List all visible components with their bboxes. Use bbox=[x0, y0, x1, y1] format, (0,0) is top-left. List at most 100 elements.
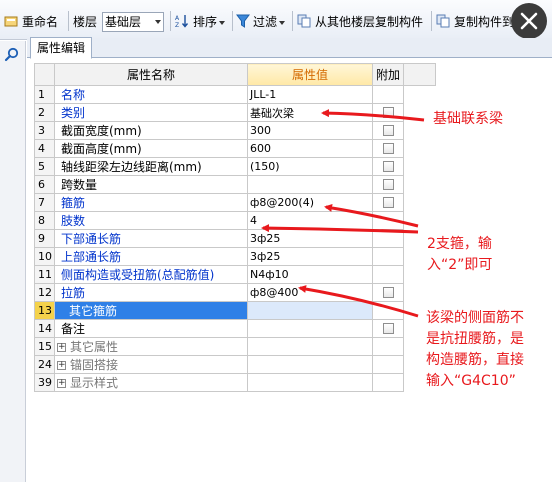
property-value[interactable]: 基础次梁 bbox=[247, 103, 373, 122]
row-number[interactable]: 8 bbox=[34, 211, 55, 230]
row-number[interactable]: 15 bbox=[34, 337, 55, 356]
row-number[interactable]: 9 bbox=[34, 229, 55, 248]
extra-checkbox[interactable] bbox=[382, 287, 394, 298]
extra-checkbox[interactable] bbox=[382, 197, 394, 208]
table-row[interactable]: 11 侧面构造或受扭筋(总配筋值) N4ф10 bbox=[34, 265, 436, 284]
property-value[interactable] bbox=[247, 337, 373, 356]
expand-icon[interactable]: + bbox=[57, 361, 66, 370]
row-number[interactable]: 24 bbox=[34, 355, 55, 374]
property-value[interactable]: 3ф25 bbox=[247, 229, 373, 248]
filter-button-label: 过滤 bbox=[253, 15, 278, 29]
property-name[interactable]: 其它箍筋 bbox=[54, 301, 248, 320]
extra-checkbox[interactable] bbox=[382, 179, 394, 190]
table-row[interactable]: 39 + 显示样式 bbox=[34, 373, 436, 392]
property-value[interactable]: N4ф10 bbox=[247, 265, 373, 284]
filler-cell bbox=[403, 139, 436, 158]
property-value[interactable] bbox=[247, 373, 373, 392]
filler-cell bbox=[403, 283, 436, 302]
filter-button[interactable]: 过滤 bbox=[253, 13, 286, 31]
property-name[interactable]: 跨数量 bbox=[54, 175, 248, 194]
property-name[interactable]: 侧面构造或受扭筋(总配筋值) bbox=[54, 265, 248, 284]
property-name[interactable]: 拉筋 bbox=[54, 283, 248, 302]
property-value[interactable]: JLL-1 bbox=[247, 85, 373, 104]
table-row[interactable]: 9 下部通长筋 3ф25 bbox=[34, 229, 436, 248]
row-number[interactable]: 39 bbox=[34, 373, 55, 392]
row-number[interactable]: 1 bbox=[34, 85, 55, 104]
rename-button[interactable]: 重命名 bbox=[22, 13, 58, 31]
property-value[interactable]: ф8@400 bbox=[247, 283, 373, 302]
table-row[interactable]: 3 截面宽度(mm) 300 bbox=[34, 121, 436, 140]
column-header-name[interactable]: 属性名称 bbox=[54, 63, 248, 86]
property-value[interactable] bbox=[247, 319, 373, 338]
row-number[interactable]: 11 bbox=[34, 265, 55, 284]
copy-to-button[interactable]: 复制构件到 bbox=[454, 13, 514, 31]
column-header-value[interactable]: 属性值 bbox=[247, 63, 373, 86]
property-name[interactable]: + 锚固搭接 bbox=[54, 355, 248, 374]
table-row[interactable]: 13 其它箍筋 bbox=[34, 301, 436, 320]
table-row[interactable]: 6 跨数量 bbox=[34, 175, 436, 194]
property-name[interactable]: + 显示样式 bbox=[54, 373, 248, 392]
row-number[interactable]: 6 bbox=[34, 175, 55, 194]
expand-icon[interactable]: + bbox=[57, 343, 66, 352]
toolbar-separator bbox=[68, 11, 69, 31]
table-row[interactable]: 2 类别 基础次梁 bbox=[34, 103, 436, 122]
copy-from-floor-button[interactable]: 从其他楼层复制构件 bbox=[315, 13, 423, 31]
property-name[interactable]: 下部通长筋 bbox=[54, 229, 248, 248]
table-row[interactable]: 10 上部通长筋 3ф25 bbox=[34, 247, 436, 266]
row-number[interactable]: 10 bbox=[34, 247, 55, 266]
property-value[interactable] bbox=[247, 355, 373, 374]
row-number[interactable]: 7 bbox=[34, 193, 55, 212]
property-value[interactable]: 600 bbox=[247, 139, 373, 158]
floor-select[interactable]: 基础层 bbox=[102, 12, 164, 32]
extra-checkbox[interactable] bbox=[382, 107, 394, 118]
extra-cell bbox=[372, 355, 404, 374]
property-name[interactable]: + 其它属性 bbox=[54, 337, 248, 356]
property-name[interactable]: 截面高度(mm) bbox=[54, 139, 248, 158]
property-name[interactable]: 名称 bbox=[54, 85, 248, 104]
table-row[interactable]: 1 名称 JLL-1 bbox=[34, 85, 436, 104]
extra-checkbox[interactable] bbox=[382, 125, 394, 136]
table-row[interactable]: 4 截面高度(mm) 600 bbox=[34, 139, 436, 158]
property-value[interactable]: 300 bbox=[247, 121, 373, 140]
table-row[interactable]: 12 拉筋 ф8@400 bbox=[34, 283, 436, 302]
property-name[interactable]: 箍筋 bbox=[54, 193, 248, 212]
column-header-extra[interactable]: 附加 bbox=[372, 63, 404, 86]
property-value[interactable]: ф8@200(4) bbox=[247, 193, 373, 212]
property-value[interactable]: 3ф25 bbox=[247, 247, 373, 266]
property-name[interactable]: 类别 bbox=[54, 103, 248, 122]
table-row[interactable]: 7 箍筋 ф8@200(4) bbox=[34, 193, 436, 212]
row-number[interactable]: 14 bbox=[34, 319, 55, 338]
property-value[interactable] bbox=[247, 301, 373, 320]
property-name[interactable]: 肢数 bbox=[54, 211, 248, 230]
property-value[interactable] bbox=[247, 175, 373, 194]
sort-button-label: 排序 bbox=[193, 15, 218, 29]
expand-icon[interactable]: + bbox=[57, 379, 66, 388]
close-button[interactable] bbox=[511, 3, 547, 39]
panel-tab-bar bbox=[27, 38, 552, 58]
row-number[interactable]: 3 bbox=[34, 121, 55, 140]
property-value[interactable]: 4 bbox=[247, 211, 373, 230]
sort-button[interactable]: 排序 bbox=[193, 13, 226, 31]
filler-cell bbox=[403, 175, 436, 194]
search-icon[interactable] bbox=[2, 47, 22, 63]
property-name[interactable]: 备注 bbox=[54, 319, 248, 338]
row-number[interactable]: 2 bbox=[34, 103, 55, 122]
table-row[interactable]: 8 肢数 4 bbox=[34, 211, 436, 230]
extra-checkbox[interactable] bbox=[382, 143, 394, 154]
property-name[interactable]: 上部通长筋 bbox=[54, 247, 248, 266]
extra-checkbox[interactable] bbox=[382, 161, 394, 172]
table-row[interactable]: 15 + 其它属性 bbox=[34, 337, 436, 356]
property-name[interactable]: 轴线距梁左边线距离(mm) bbox=[54, 157, 248, 176]
toolbar-separator bbox=[232, 11, 233, 31]
tab-property-editor[interactable]: 属性编辑 bbox=[30, 37, 93, 59]
extra-checkbox[interactable] bbox=[382, 323, 394, 334]
row-number[interactable]: 13 bbox=[34, 301, 55, 320]
table-row[interactable]: 24 + 锚固搭接 bbox=[34, 355, 436, 374]
row-number[interactable]: 4 bbox=[34, 139, 55, 158]
row-number[interactable]: 5 bbox=[34, 157, 55, 176]
property-name[interactable]: 截面宽度(mm) bbox=[54, 121, 248, 140]
property-value[interactable]: (150) bbox=[247, 157, 373, 176]
table-row[interactable]: 14 备注 bbox=[34, 319, 436, 338]
row-number[interactable]: 12 bbox=[34, 283, 55, 302]
table-row[interactable]: 5 轴线距梁左边线距离(mm) (150) bbox=[34, 157, 436, 176]
